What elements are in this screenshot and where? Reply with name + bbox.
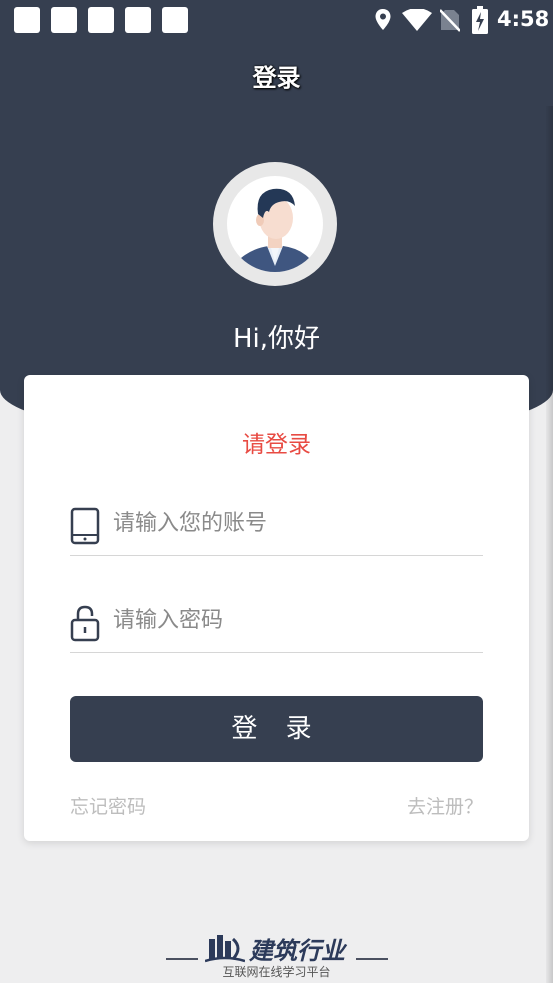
status-time: 4:58 bbox=[497, 7, 550, 31]
password-field bbox=[70, 590, 483, 653]
account-input[interactable] bbox=[113, 503, 473, 543]
notification-icon bbox=[125, 7, 151, 33]
forgot-password-link[interactable]: 忘记密码 bbox=[70, 792, 146, 819]
user-avatar-icon bbox=[227, 176, 323, 272]
footer-tagline: 互联网在线学习平台 bbox=[222, 965, 331, 979]
register-link[interactable]: 去注册？ bbox=[407, 792, 483, 819]
avatar bbox=[213, 162, 337, 286]
lock-icon bbox=[70, 605, 100, 642]
no-sim-icon bbox=[440, 9, 460, 32]
notification-icon bbox=[88, 7, 114, 33]
login-heading: 请登录 bbox=[242, 432, 311, 458]
footer: 建筑行业 互联网在线学习平台 bbox=[0, 925, 553, 983]
wifi-icon bbox=[402, 9, 432, 31]
password-input[interactable] bbox=[113, 600, 473, 640]
battery-charging-icon bbox=[472, 6, 488, 34]
account-field bbox=[70, 493, 483, 556]
phone-icon bbox=[70, 507, 100, 545]
login-card: 请登录 登 录 忘记密码 去注册？ bbox=[24, 375, 529, 841]
location-icon bbox=[375, 9, 391, 30]
notification-icon bbox=[162, 7, 188, 33]
scroll-edge bbox=[546, 106, 553, 983]
footer-divider-right bbox=[356, 958, 388, 960]
greeting-text: Hi,你好 bbox=[232, 324, 321, 354]
page-title: 登录 bbox=[252, 64, 301, 92]
login-button[interactable]: 登 录 bbox=[70, 696, 483, 762]
building-logo-icon bbox=[204, 935, 246, 963]
notification-icon bbox=[51, 7, 77, 33]
status-bar: 4:58 bbox=[0, 0, 553, 40]
notification-icon bbox=[14, 7, 40, 33]
footer-logo: 建筑行业 bbox=[204, 931, 345, 965]
footer-divider-left bbox=[166, 958, 198, 960]
footer-logo-text: 建筑行业 bbox=[249, 937, 345, 965]
